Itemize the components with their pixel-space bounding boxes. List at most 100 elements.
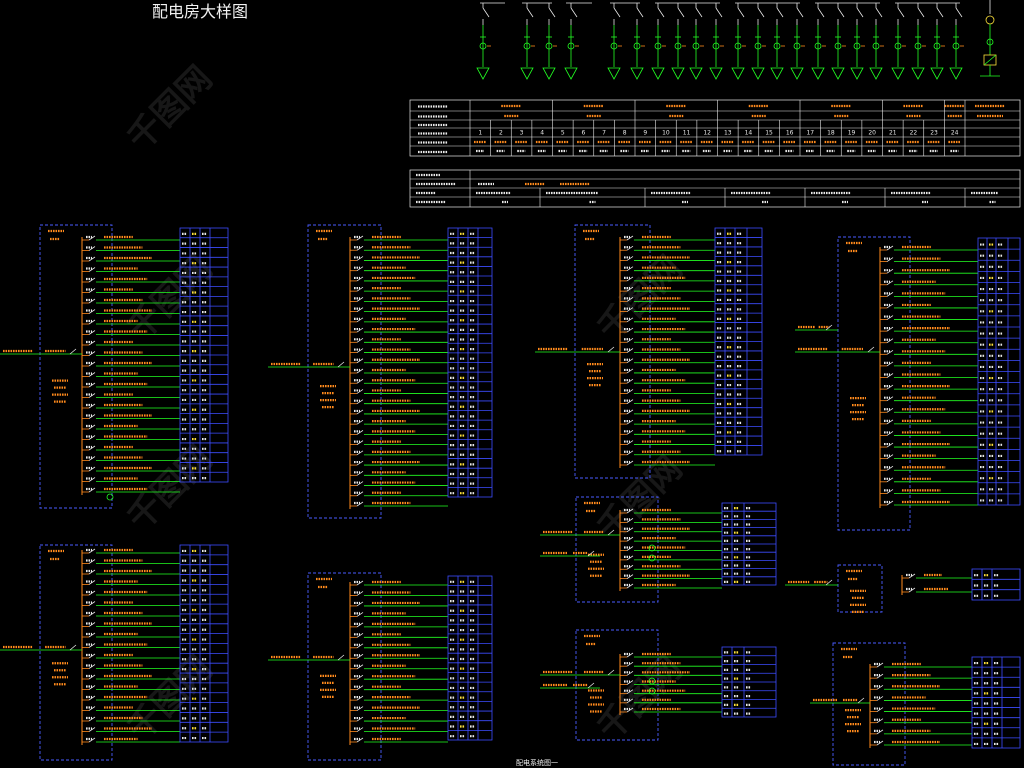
sheet-caption: 配电系统图一 bbox=[516, 758, 558, 767]
cable-end-triangle bbox=[520, 67, 534, 80]
column-number: 4 bbox=[540, 130, 544, 137]
cable-end-triangle bbox=[651, 67, 665, 80]
circuit-schedule-table bbox=[447, 575, 493, 741]
switch-blade bbox=[526, 7, 534, 18]
main-switch-blade bbox=[857, 697, 865, 704]
table-frame bbox=[409, 169, 1021, 208]
table-frame bbox=[971, 568, 1021, 601]
drawing-title: 配电房大样图 bbox=[152, 2, 248, 21]
distribution-panel-g bbox=[540, 496, 777, 603]
panel-frame bbox=[307, 572, 382, 761]
main-switch-blade bbox=[607, 346, 615, 353]
column-number: 21 bbox=[889, 130, 897, 137]
switch-blade bbox=[657, 7, 665, 18]
column-number: 7 bbox=[602, 130, 606, 137]
switch-blade bbox=[715, 7, 723, 18]
switch-blade bbox=[636, 7, 644, 18]
incoming-switch-schematic bbox=[476, 0, 1000, 80]
column-number: 1 bbox=[478, 130, 482, 137]
switch-blade bbox=[482, 7, 490, 18]
distribution-panel-h bbox=[540, 629, 777, 741]
main-switch-blade bbox=[69, 644, 77, 651]
switch-blade bbox=[817, 7, 825, 18]
distribution-panel-j bbox=[810, 642, 1021, 766]
panel-frame bbox=[307, 224, 382, 519]
cable-end-triangle bbox=[869, 67, 883, 80]
cable-end-triangle bbox=[811, 67, 825, 80]
column-number: 5 bbox=[561, 130, 565, 137]
distribution-panel-i bbox=[785, 564, 1021, 613]
distribution-panel-f bbox=[268, 572, 493, 761]
panel-frame bbox=[832, 642, 906, 766]
switch-blade bbox=[613, 7, 621, 18]
switch-blade bbox=[548, 7, 556, 18]
column-number: 6 bbox=[582, 130, 586, 137]
main-switch-blade bbox=[867, 346, 875, 353]
column-number: 10 bbox=[662, 130, 670, 137]
cable-end-triangle bbox=[891, 67, 905, 80]
cabinet-equipment-table bbox=[409, 169, 1021, 208]
column-number: 15 bbox=[765, 130, 773, 137]
cable-end-triangle bbox=[731, 67, 745, 80]
cable-end-triangle bbox=[542, 67, 556, 80]
circuit-schedule-table bbox=[721, 502, 777, 586]
switch-blade bbox=[796, 7, 804, 18]
switch-blade bbox=[955, 7, 963, 18]
cable-end-triangle bbox=[831, 67, 845, 80]
column-number: 8 bbox=[623, 130, 627, 137]
column-number: 12 bbox=[703, 130, 711, 137]
cable-end-triangle bbox=[564, 67, 578, 80]
column-number: 18 bbox=[827, 130, 835, 137]
column-number: 17 bbox=[806, 130, 814, 137]
cable-end-triangle bbox=[911, 67, 925, 80]
circuit-schedule-table bbox=[179, 544, 229, 743]
distribution-panel-d bbox=[795, 236, 1021, 531]
cable-end-triangle bbox=[709, 67, 723, 80]
column-number: 3 bbox=[520, 130, 524, 137]
cable-end-triangle bbox=[630, 67, 644, 80]
earth-symbol bbox=[106, 493, 114, 501]
circuit-schedule-table bbox=[971, 568, 1021, 601]
panel-frame bbox=[574, 224, 651, 479]
switch-blade bbox=[837, 7, 845, 18]
table-frame bbox=[971, 656, 1021, 749]
cable-end-triangle bbox=[949, 67, 963, 80]
column-number: 19 bbox=[848, 130, 856, 137]
column-number: 13 bbox=[724, 130, 732, 137]
switch-blade bbox=[677, 7, 685, 18]
switch-blade bbox=[695, 7, 703, 18]
column-number: 11 bbox=[683, 130, 691, 137]
switch-blade bbox=[757, 7, 765, 18]
switch-blade bbox=[737, 7, 745, 18]
main-switch-blade bbox=[587, 682, 595, 689]
watermark: 千图网 bbox=[590, 448, 690, 548]
cable-end-triangle bbox=[850, 67, 864, 80]
main-switch-blade bbox=[69, 348, 77, 355]
panel-frame bbox=[837, 236, 911, 531]
cable-end-triangle bbox=[930, 67, 944, 80]
switch-blade bbox=[875, 7, 883, 18]
distribution-panel-b bbox=[268, 224, 493, 519]
cable-end-triangle bbox=[607, 67, 621, 80]
cad-drawing-canvas: 千图网 千图网 千图网 千图网 千图网 千图网 千图网 配电房大样图 配电系统图… bbox=[0, 0, 1021, 767]
panel-frame bbox=[39, 544, 113, 761]
incomer-meter-symbol bbox=[985, 15, 995, 25]
column-number: 20 bbox=[868, 130, 876, 137]
main-switch-blade bbox=[607, 669, 615, 676]
switch-blade bbox=[897, 7, 905, 18]
cable-end-triangle bbox=[770, 67, 784, 80]
switch-blade bbox=[570, 7, 578, 18]
panel-frame bbox=[39, 224, 113, 509]
cable-end-triangle bbox=[790, 67, 804, 80]
cable-end-triangle bbox=[689, 67, 703, 80]
circuit-schedule-table bbox=[447, 227, 493, 498]
switch-blade bbox=[776, 7, 784, 18]
circuit-schedule-table bbox=[971, 656, 1021, 749]
column-number: 2 bbox=[499, 130, 503, 137]
cable-end-triangle bbox=[751, 67, 765, 80]
main-switch-blade bbox=[337, 654, 345, 661]
switch-blade bbox=[917, 7, 925, 18]
circuit-schedule-table bbox=[977, 237, 1021, 506]
column-number: 16 bbox=[786, 130, 794, 137]
switch-blade bbox=[936, 7, 944, 18]
